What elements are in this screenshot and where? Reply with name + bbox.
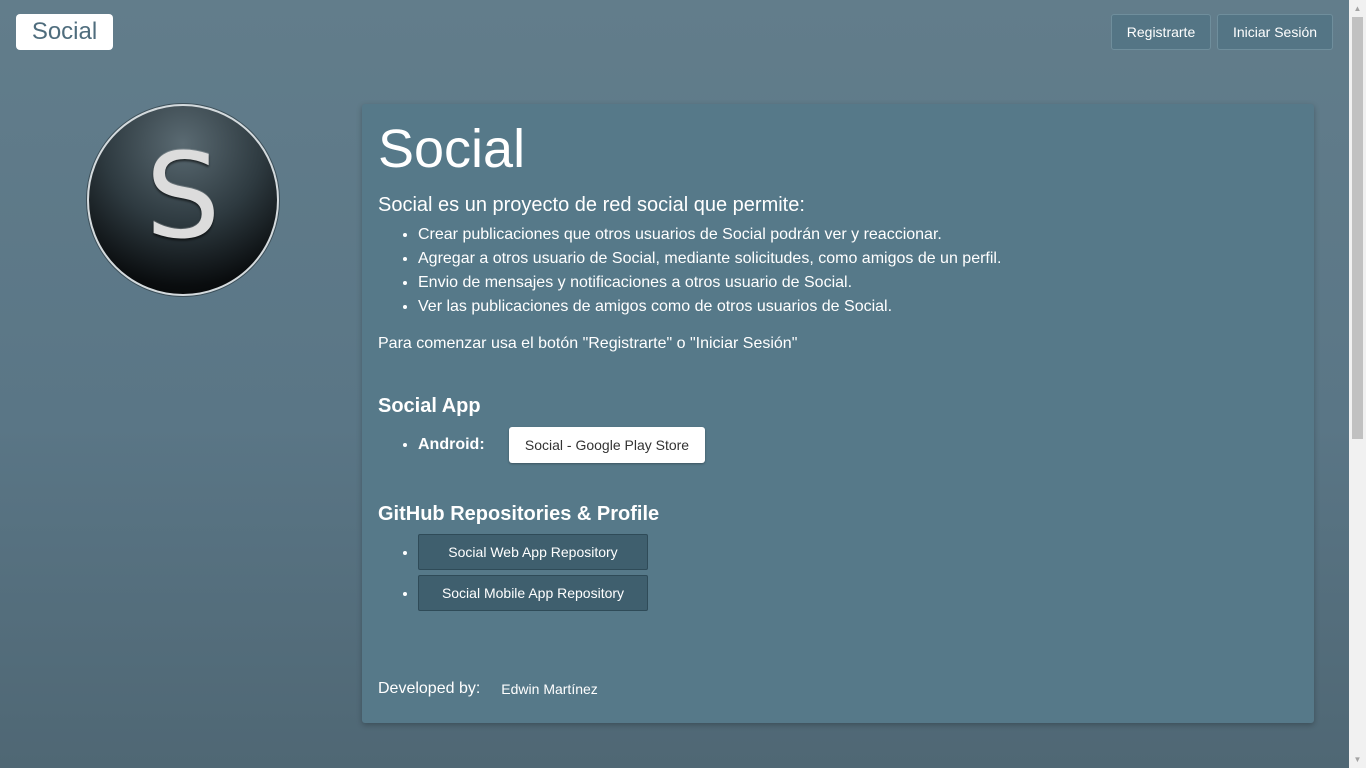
page-scrollbar[interactable]: ▲ ▼: [1349, 0, 1366, 768]
login-button[interactable]: Iniciar Sesión: [1217, 14, 1333, 50]
apps-list: Android: Social - Google Play Store: [378, 427, 1298, 463]
intro-text: Social es un proyecto de red social que …: [378, 194, 805, 216]
web-repo-button[interactable]: Social Web App Repository: [418, 534, 648, 570]
github-section-title: GitHub Repositories & Profile: [378, 503, 660, 525]
scrollbar-thumb[interactable]: [1352, 17, 1363, 439]
list-item: Envio de mensajes y notificaciones a otr…: [418, 271, 1298, 295]
register-button[interactable]: Registrarte: [1111, 14, 1211, 50]
list-item: Ver las publicaciones de amigos como de …: [418, 295, 1298, 319]
list-item: Agregar a otros usuario de Social, media…: [418, 247, 1298, 271]
repos-list: Social Web App Repository Social Mobile …: [378, 534, 1298, 611]
list-item: Crear publicaciones que otros usuarios d…: [418, 223, 1298, 247]
list-item: Social Web App Repository: [418, 534, 1298, 570]
android-label: Android:: [418, 436, 485, 453]
scroll-down-arrow-icon[interactable]: ▼: [1349, 751, 1366, 768]
logo-letter: S: [145, 127, 221, 265]
page-title: Social: [378, 119, 526, 179]
social-logo-image: S: [87, 104, 279, 296]
list-item: Android: Social - Google Play Store: [418, 427, 1298, 463]
list-item: Social Mobile App Repository: [418, 575, 1298, 611]
play-store-button[interactable]: Social - Google Play Store: [509, 427, 705, 463]
cta-text: Para comenzar usa el botón "Registrarte"…: [378, 335, 798, 352]
app-section-title: Social App: [378, 395, 481, 417]
mobile-repo-button[interactable]: Social Mobile App Repository: [418, 575, 648, 611]
features-list: Crear publicaciones que otros usuarios d…: [378, 223, 1298, 319]
scroll-up-arrow-icon[interactable]: ▲: [1349, 0, 1366, 17]
info-card: Social Social es un proyecto de red soci…: [362, 104, 1314, 723]
brand-logo-link[interactable]: Social: [16, 14, 113, 50]
developed-by-label: Developed by:: [378, 680, 481, 697]
footer: Developed by: Edwin Martínez: [378, 680, 598, 698]
developer-name-link[interactable]: Edwin Martínez: [501, 681, 597, 697]
